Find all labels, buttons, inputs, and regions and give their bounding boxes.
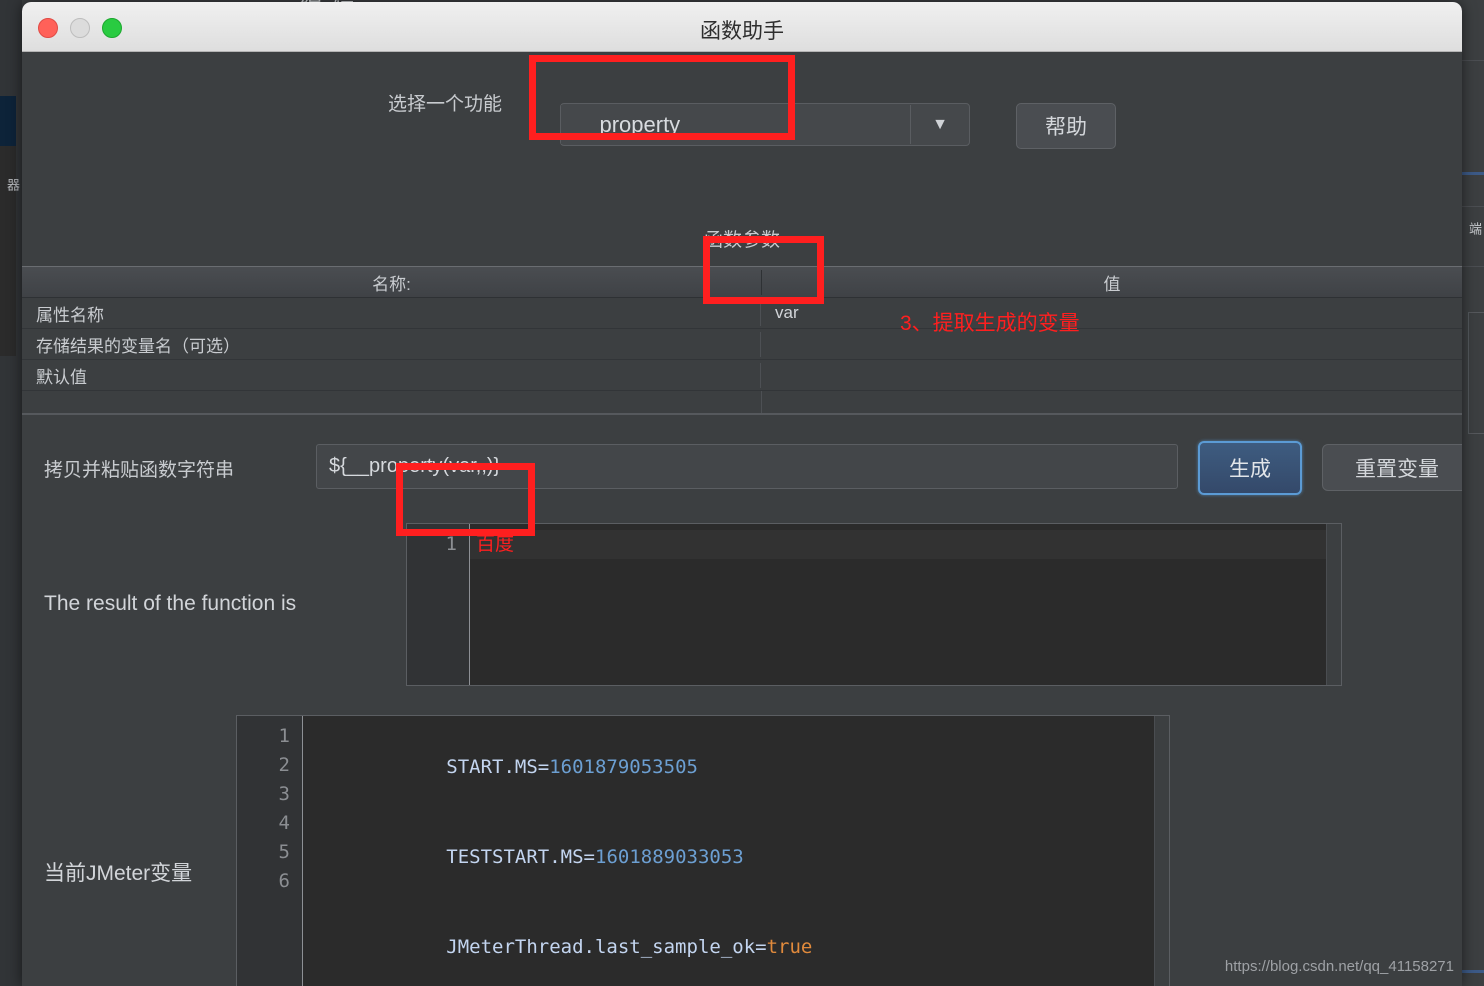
result-panel[interactable]: 1 百度 [406,523,1342,686]
window-titlebar[interactable]: 函数助手 [22,2,1462,52]
jmeter-variables-panel[interactable]: 1 2 3 4 5 6 START.MS=1601879053505 TESTS… [236,715,1170,986]
vars-key: JMeterThread.last_sample_ok= [446,936,767,958]
param-name-cell: 属性名称 [22,300,761,326]
generate-button[interactable]: 生成 [1198,441,1302,495]
annotation-box-param-value [703,236,824,304]
background-right-box [1468,312,1484,434]
result-line-gutter: 1 [407,524,470,685]
window-title: 函数助手 [700,20,784,43]
background-right-divider [1462,266,1484,267]
function-select-label: 选择一个功能 [388,94,503,115]
background-right-divider [1462,60,1484,61]
param-name-cell: 存储结果的变量名（可选） [22,331,761,357]
vars-scrollbar[interactable] [1154,716,1169,986]
background-left-selected-item [0,96,16,146]
result-scrollbar[interactable] [1326,524,1341,685]
vars-line: START.MS=1601879053505 [303,722,1169,812]
result-value: 百度 [476,534,515,555]
background-right-highlight [1462,970,1484,973]
background-right-panel [1462,0,1484,986]
jmeter-variables-label: 当前JMeter变量 [44,862,193,885]
vars-line: TESTSTART.MS=1601889033053 [303,812,1169,902]
function-helper-window: 函数助手 选择一个功能 __property ▼ 帮助 函数参数 名称: 值 属… [22,2,1462,986]
vars-value: true [766,936,813,958]
vars-line-gutter: 1 2 3 4 5 6 [237,716,303,986]
result-code-area[interactable]: 百度 [470,524,1341,685]
param-value-cell[interactable]: var [761,303,1462,323]
column-header-value: 值 [1103,274,1121,294]
table-filler-row [22,391,1462,415]
help-button[interactable]: 帮助 [1016,103,1116,149]
vars-line: JMeterThread.last_sample_ok=true [303,902,1169,986]
screen-root: 器 编辑 端 函数助手 选择一个功能 __property [0,0,1484,986]
window-content: 选择一个功能 __property ▼ 帮助 函数参数 名称: 值 属性名称 v… [22,52,1462,986]
line-number: 5 [278,841,290,863]
annotation-extract-variable: 3、提取生成的变量 [900,312,1080,335]
reset-variables-button[interactable]: 重置变量 [1322,444,1462,491]
annotation-box-result [396,463,535,536]
background-right-label: 端 [1467,222,1482,235]
vars-key: TESTSTART.MS= [446,846,595,868]
table-row[interactable]: 默认值 [22,360,1462,391]
vars-code-area[interactable]: START.MS=1601879053505 TESTSTART.MS=1601… [303,716,1169,986]
watermark: https://blog.csdn.net/qq_41158271 [1224,958,1454,975]
line-number: 3 [278,783,290,805]
annotation-box-function-select [529,55,795,140]
column-header-name: 名称: [22,269,762,295]
result-label: The result of the function is [44,592,297,615]
line-number: 4 [278,812,290,834]
vars-value: 1601889033053 [595,846,744,868]
line-number: 1 [278,725,290,747]
function-string-label: 拷贝并粘贴函数字符串 [44,460,235,481]
result-line: 百度 [470,530,1341,559]
background-right-highlight [1462,172,1484,175]
background-right-divider [1462,206,1484,207]
vars-value: 1601879053505 [549,756,698,778]
line-number: 6 [278,870,290,892]
param-name-cell: 默认值 [22,362,761,388]
vars-key: START.MS= [446,756,550,778]
line-number: 2 [278,754,290,776]
table-row[interactable]: 存储结果的变量名（可选） [22,329,1462,360]
background-left-label: 器 [5,178,20,192]
chevron-down-icon[interactable]: ▼ [911,105,969,144]
